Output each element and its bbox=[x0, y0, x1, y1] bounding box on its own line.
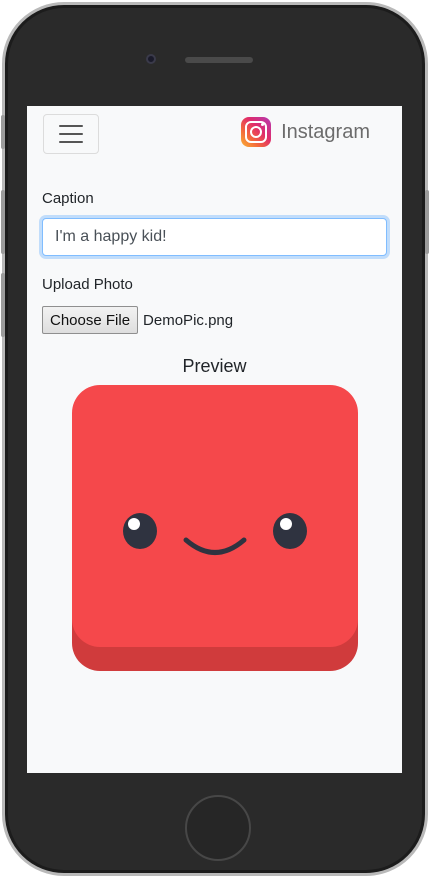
brand-text: Instagram bbox=[281, 120, 370, 143]
upload-photo-label: Upload Photo bbox=[42, 276, 133, 293]
left-eye bbox=[123, 513, 157, 549]
selected-file-name: DemoPic.png bbox=[143, 311, 234, 329]
file-input: Choose File DemoPic.png bbox=[42, 306, 233, 334]
preview-heading: Preview bbox=[182, 356, 247, 376]
front-camera bbox=[146, 54, 156, 64]
left-eye-highlight bbox=[128, 518, 140, 530]
brand-link[interactable]: Instagram bbox=[241, 117, 370, 147]
home-button[interactable] bbox=[185, 795, 251, 861]
power-button bbox=[425, 190, 429, 254]
caption-label: Caption bbox=[42, 190, 94, 207]
volume-down-button bbox=[1, 273, 5, 337]
choose-file-button[interactable]: Choose File bbox=[42, 306, 139, 334]
face bbox=[72, 385, 358, 647]
menu-bar bbox=[59, 141, 83, 143]
menu-bar bbox=[59, 125, 83, 127]
volume-up-button bbox=[1, 190, 5, 254]
hamburger-menu-icon[interactable] bbox=[43, 114, 99, 154]
navbar: Instagram bbox=[27, 106, 402, 164]
app-screen: Instagram Caption Upload Photo Choose Fi… bbox=[27, 106, 402, 773]
menu-bar bbox=[59, 133, 83, 135]
right-eye-highlight bbox=[280, 518, 292, 530]
earpiece-speaker bbox=[185, 57, 253, 63]
right-eye bbox=[273, 513, 307, 549]
instagram-logo-icon bbox=[241, 117, 272, 147]
caption-input[interactable] bbox=[42, 218, 387, 256]
preview-image bbox=[72, 385, 358, 671]
mute-switch bbox=[1, 115, 5, 149]
